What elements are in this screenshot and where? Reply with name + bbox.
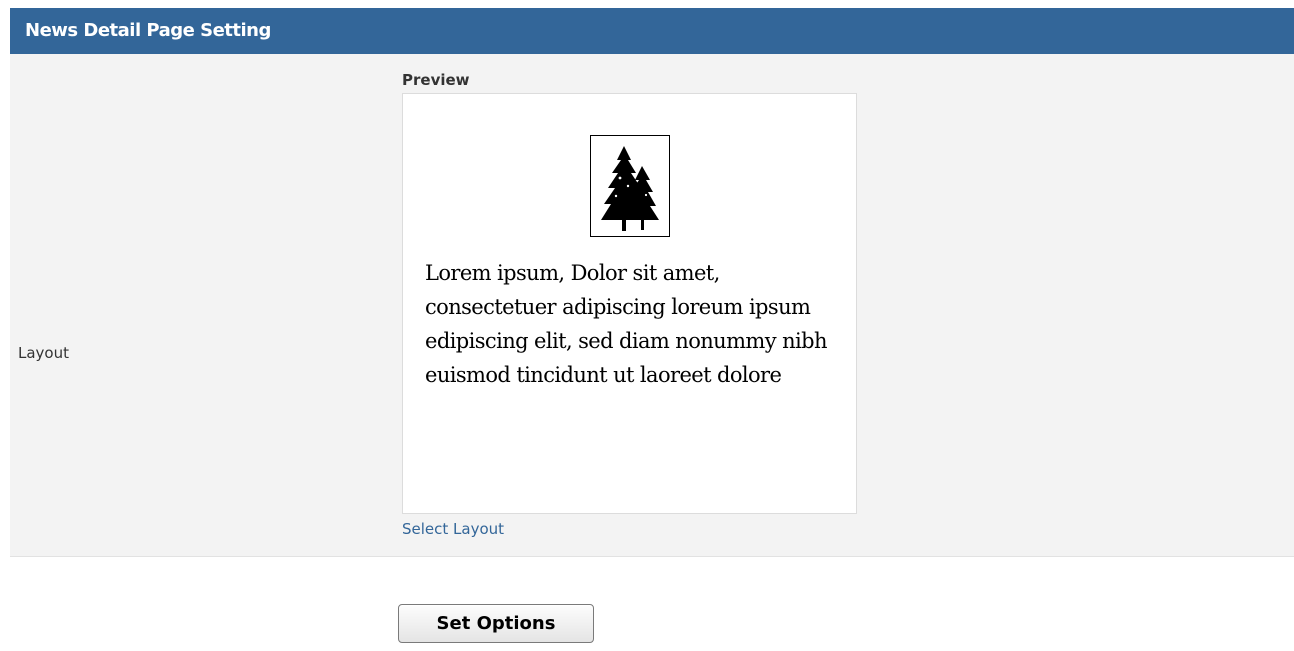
layout-label: Layout xyxy=(18,344,69,362)
layout-preview: Lorem ipsum, Dolor sit amet, consectetue… xyxy=(402,93,857,514)
select-layout-link[interactable]: Select Layout xyxy=(402,520,504,538)
preview-text: Lorem ipsum, Dolor sit amet, consectetue… xyxy=(425,261,827,387)
preview-image xyxy=(590,135,670,237)
set-options-button[interactable]: Set Options xyxy=(398,604,594,643)
layout-row: Layout Preview Lorem ipsum, Dolor sit am… xyxy=(10,54,1294,557)
preview-title: Preview xyxy=(402,71,470,89)
panel-header: News Detail Page Setting xyxy=(10,8,1294,54)
pine-trees-icon xyxy=(601,146,659,231)
settings-panel: News Detail Page Setting Layout Preview xyxy=(10,8,1294,557)
